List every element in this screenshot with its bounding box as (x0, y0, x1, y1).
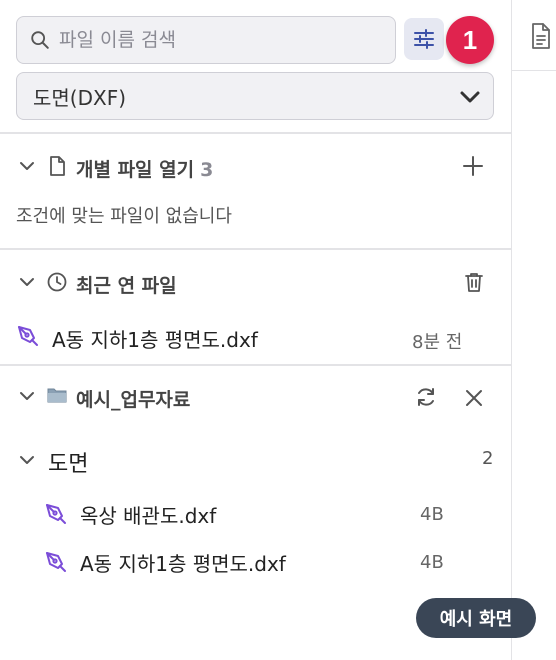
pen-tool-icon (46, 552, 66, 572)
step-badge: 1 (446, 16, 494, 64)
divider (0, 248, 512, 250)
refresh-icon[interactable] (415, 386, 437, 408)
section-recent-files[interactable]: 최근 연 파일 (0, 262, 512, 302)
group-drawings[interactable]: 도면 2 (0, 442, 512, 478)
plus-icon[interactable] (462, 155, 484, 177)
folder-icon (47, 388, 67, 403)
file-size: 4B (420, 552, 444, 573)
format-select[interactable]: 도면(DXF) (16, 72, 494, 120)
divider (0, 132, 512, 134)
empty-message: 조건에 맞는 파일이 없습니다 (16, 206, 232, 227)
section-folder[interactable]: 예시_업무자료 (0, 376, 512, 416)
section-individual-files[interactable]: 개별 파일 열기 3 (0, 146, 512, 186)
pen-tool-icon (46, 504, 66, 524)
section-title: 개별 파일 열기 3 (76, 159, 214, 181)
divider (0, 364, 512, 366)
group-count: 2 (482, 448, 494, 469)
chevron-down-icon[interactable] (18, 274, 36, 290)
divider (512, 70, 556, 71)
section-title: 최근 연 파일 (76, 275, 177, 297)
chevron-down-icon[interactable] (18, 388, 36, 404)
format-select-value: 도면(DXF) (33, 85, 127, 110)
file-icon (50, 156, 65, 176)
folder-file-row[interactable]: 옥상 배관도.dxf 4B (0, 492, 512, 532)
side-toolbar (512, 0, 556, 660)
example-screen-badge: 예시 화면 (416, 598, 536, 638)
search-field[interactable] (16, 16, 396, 64)
file-explorer-panel: 1 도면(DXF) 개별 파일 열기3 조건에 맞는 파일이 없습니다 (0, 0, 512, 660)
pen-tool-icon (18, 326, 38, 346)
search-input[interactable] (59, 29, 379, 51)
section-count: 3 (200, 159, 214, 181)
file-name: A동 지하1층 평면도.dxf (52, 328, 258, 352)
search-icon (31, 31, 49, 49)
section-title: 예시_업무자료 (76, 389, 191, 411)
close-icon[interactable] (463, 387, 485, 409)
filter-button[interactable] (404, 18, 444, 60)
chevron-down-icon (460, 91, 480, 103)
filter-icon (414, 29, 434, 49)
group-name: 도면 (48, 452, 89, 477)
file-size: 4B (420, 504, 444, 525)
file-name: A동 지하1층 평면도.dxf (80, 552, 286, 576)
file-name: 옥상 배관도.dxf (80, 504, 217, 528)
trash-icon[interactable] (463, 271, 485, 293)
file-time: 8분 전 (412, 332, 463, 353)
chevron-down-icon[interactable] (18, 158, 36, 174)
clock-icon (47, 272, 67, 292)
chevron-down-icon[interactable] (18, 452, 36, 468)
folder-file-row[interactable]: A동 지하1층 평면도.dxf 4B (0, 540, 512, 580)
document-icon[interactable] (528, 22, 554, 50)
recent-file-row[interactable]: A동 지하1층 평면도.dxf 8분 전 (0, 316, 512, 356)
